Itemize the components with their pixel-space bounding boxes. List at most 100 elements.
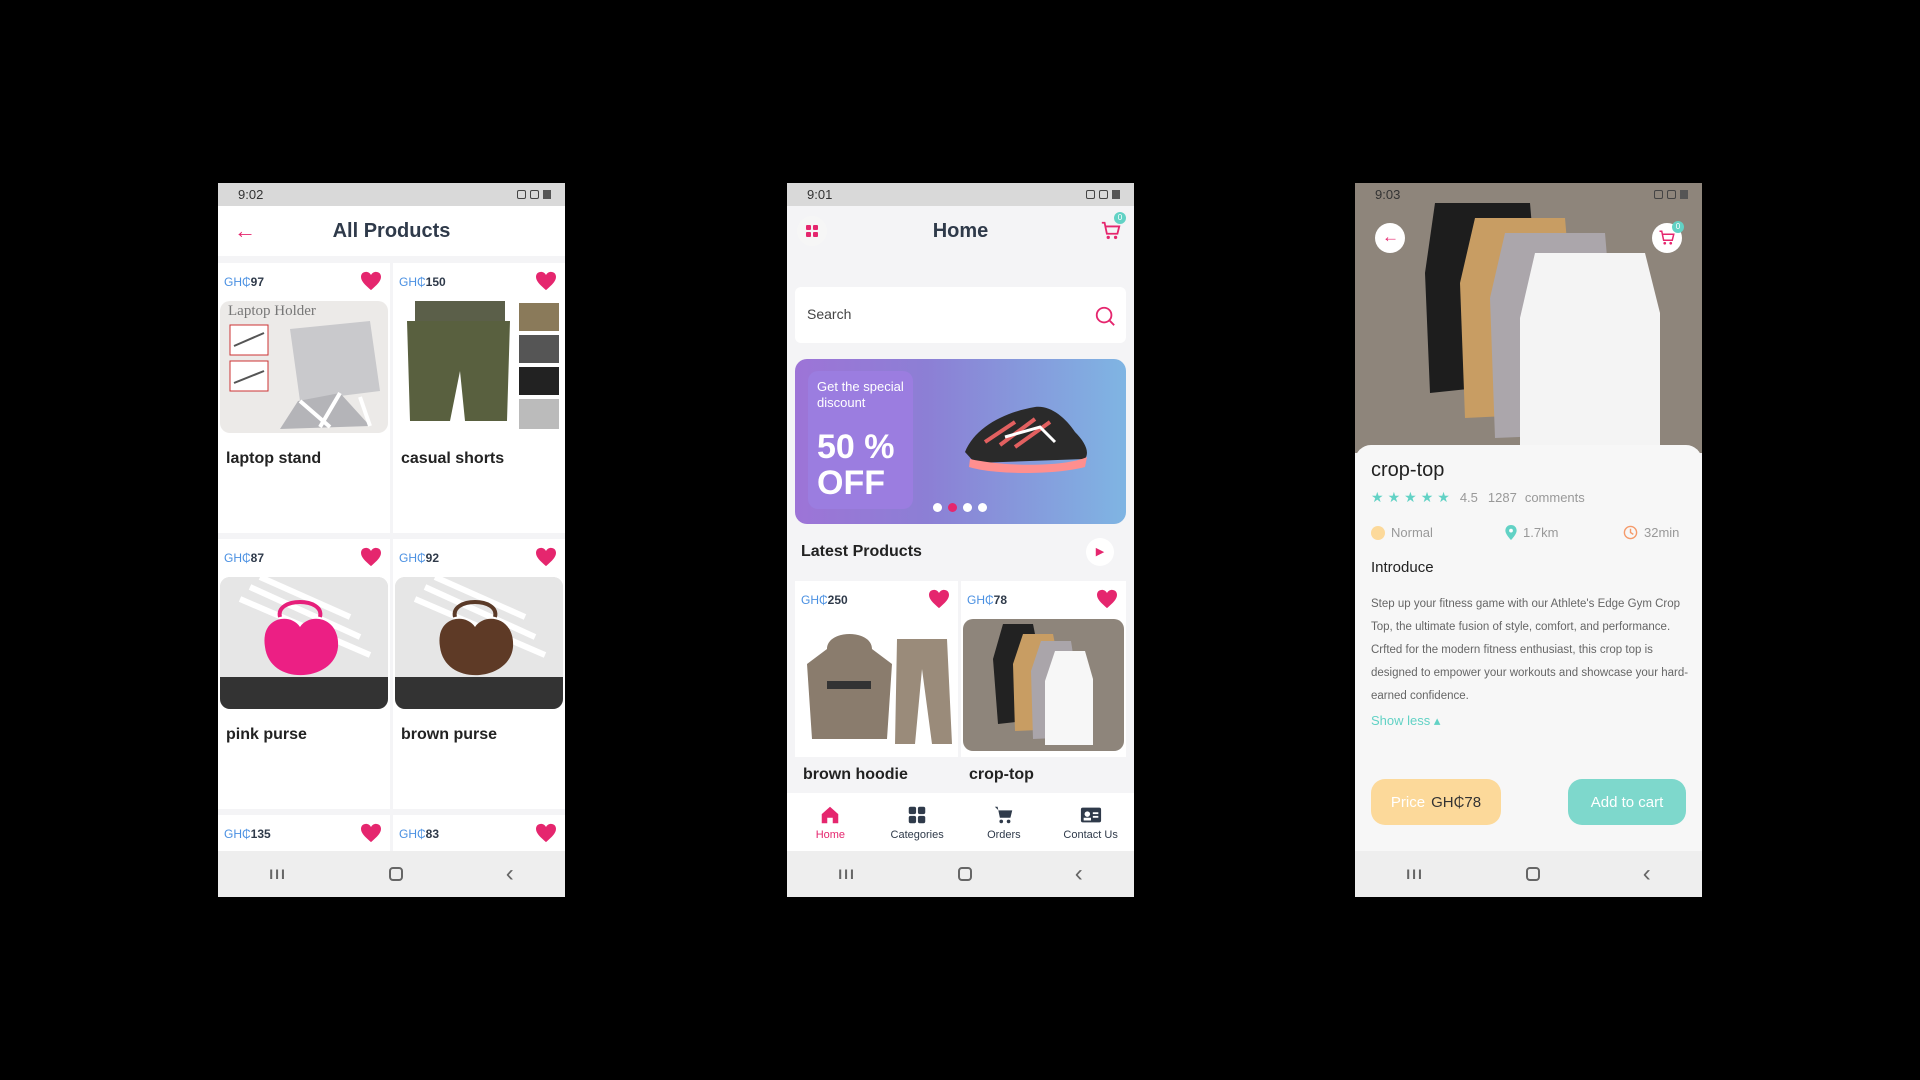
status-time: 9:01 (807, 187, 833, 202)
play-arrow-icon: ▶ (1095, 546, 1105, 558)
carousel-dot[interactable] (948, 503, 957, 512)
product-name: brown hoodie (803, 766, 908, 783)
tab-categories[interactable]: Categories (882, 804, 952, 841)
product-description: Step up your fitness game with our Athle… (1371, 598, 1689, 702)
product-image[interactable]: Laptop Holder (220, 301, 388, 433)
heart-icon[interactable] (535, 547, 557, 567)
home-system-icon[interactable] (389, 867, 404, 881)
add-to-cart-button[interactable]: Add to cart (1568, 779, 1686, 825)
star-icon: ★ (1404, 489, 1417, 505)
comments-label: comments (1524, 490, 1585, 505)
back-arrow-icon: ← (1382, 227, 1399, 246)
product-price: GH₵78 (967, 593, 1008, 607)
page-title: Home (932, 219, 989, 242)
back-system-icon[interactable]: ‹ (1075, 860, 1083, 888)
caret-up-icon: ▴ (1433, 713, 1441, 728)
show-less-link[interactable]: Show less ▴ (1371, 713, 1440, 729)
recent-apps-icon[interactable]: III (838, 866, 856, 882)
home-screen: 9:01 Home 0 Search Get the special disco… (787, 183, 1134, 897)
cart-button[interactable]: 0 (1652, 221, 1684, 253)
heart-icon[interactable] (535, 271, 557, 291)
tab-label: Orders (987, 828, 1021, 841)
product-card[interactable]: GH₵97 Laptop Holder laptop stand (218, 263, 390, 533)
recent-apps-icon[interactable]: III (1406, 866, 1424, 882)
price-display: Price GH₵78 (1371, 779, 1501, 825)
product-image[interactable] (395, 301, 563, 433)
banner-subtitle: Get the special discount (817, 379, 904, 410)
product-name: casual shorts (401, 450, 505, 467)
status-bar: 9:03 (1355, 183, 1702, 206)
back-button[interactable]: ← (1375, 223, 1405, 253)
home-icon (822, 806, 839, 823)
home-system-icon[interactable] (1526, 867, 1541, 881)
level-info: Normal (1371, 525, 1433, 540)
heart-icon[interactable] (1096, 589, 1118, 609)
status-icons (1654, 190, 1688, 199)
system-nav-bar: III ‹ (787, 851, 1134, 897)
back-system-icon[interactable]: ‹ (506, 860, 514, 888)
cart-badge: 0 (1114, 212, 1126, 224)
status-bar: 9:02 (218, 183, 565, 206)
back-arrow-icon[interactable]: ← (234, 218, 256, 244)
distance-info: 1.7km (1505, 525, 1558, 540)
clock-icon (1623, 525, 1638, 540)
product-price: GH₵150 (399, 275, 446, 289)
search-placeholder: Search (807, 306, 852, 322)
app-header: ← All Products (218, 206, 565, 256)
menu-grid-button[interactable] (797, 216, 827, 246)
search-input[interactable]: Search (795, 287, 1126, 343)
tab-contact-us[interactable]: Contact Us (1056, 804, 1126, 841)
star-icon: ★ (1371, 489, 1384, 505)
product-name: crop-top (969, 766, 1034, 783)
star-icon: ★ (1387, 489, 1401, 505)
product-name: crop-top (1371, 459, 1445, 481)
tab-home[interactable]: Home (795, 804, 865, 841)
product-card[interactable]: GH₵250 brown hoodie (795, 581, 958, 783)
cart-badge: 0 (1672, 221, 1684, 233)
comment-count: 1287 (1487, 490, 1517, 505)
see-all-button[interactable]: ▶ (1086, 538, 1114, 566)
categories-icon (908, 806, 926, 823)
bottom-tab-bar: Home Categories Orders Contact Us (787, 793, 1134, 851)
contact-card-icon (1080, 807, 1101, 822)
introduce-heading: Introduce (1371, 559, 1434, 576)
rating-value: 4.5 (1459, 490, 1478, 505)
cart-icon (994, 806, 1013, 823)
sneaker-image (965, 406, 1087, 473)
product-price: GH₵83 (399, 827, 440, 841)
heart-icon[interactable] (535, 823, 557, 843)
tab-label: Categories (890, 828, 944, 841)
product-card[interactable]: GH₵87 pink purse (218, 539, 390, 809)
promo-banner[interactable]: Get the special discount 50 % OFF (795, 359, 1126, 524)
page-title: All Products (332, 219, 451, 242)
product-card[interactable]: GH₵150 casual shorts (393, 263, 565, 533)
product-name: brown purse (401, 726, 498, 743)
svg-text:Laptop Holder: Laptop Holder (228, 303, 316, 319)
heart-icon[interactable] (360, 271, 382, 291)
product-card[interactable]: GH₵83 (393, 815, 565, 855)
product-image[interactable] (220, 577, 388, 709)
rating-row: ★ ★ ★ ★ ★ 4.5 1287 comments (1371, 489, 1585, 506)
star-icon: ★ (1420, 489, 1434, 505)
home-system-icon[interactable] (958, 867, 973, 881)
product-card[interactable]: GH₵135 (218, 815, 390, 855)
carousel-dot[interactable] (978, 503, 987, 512)
search-icon[interactable] (1094, 305, 1116, 327)
product-image[interactable] (963, 619, 1124, 751)
heart-icon[interactable] (360, 547, 382, 567)
recent-apps-icon[interactable]: III (269, 866, 287, 882)
back-system-icon[interactable]: ‹ (1643, 860, 1651, 888)
tab-orders[interactable]: Orders (969, 804, 1039, 841)
product-card[interactable]: GH₵92 brown purse (393, 539, 565, 809)
product-price: GH₵135 (224, 827, 271, 841)
carousel-dots[interactable] (933, 503, 987, 512)
heart-icon[interactable] (928, 589, 950, 609)
cart-button[interactable]: 0 (1100, 212, 1126, 242)
carousel-dot[interactable] (933, 503, 942, 512)
product-card[interactable]: GH₵78 crop-top (961, 581, 1126, 783)
product-image[interactable] (797, 619, 956, 751)
product-image[interactable] (395, 577, 563, 709)
heart-icon[interactable] (360, 823, 382, 843)
carousel-dot[interactable] (963, 503, 972, 512)
product-price: GH₵92 (399, 551, 440, 565)
